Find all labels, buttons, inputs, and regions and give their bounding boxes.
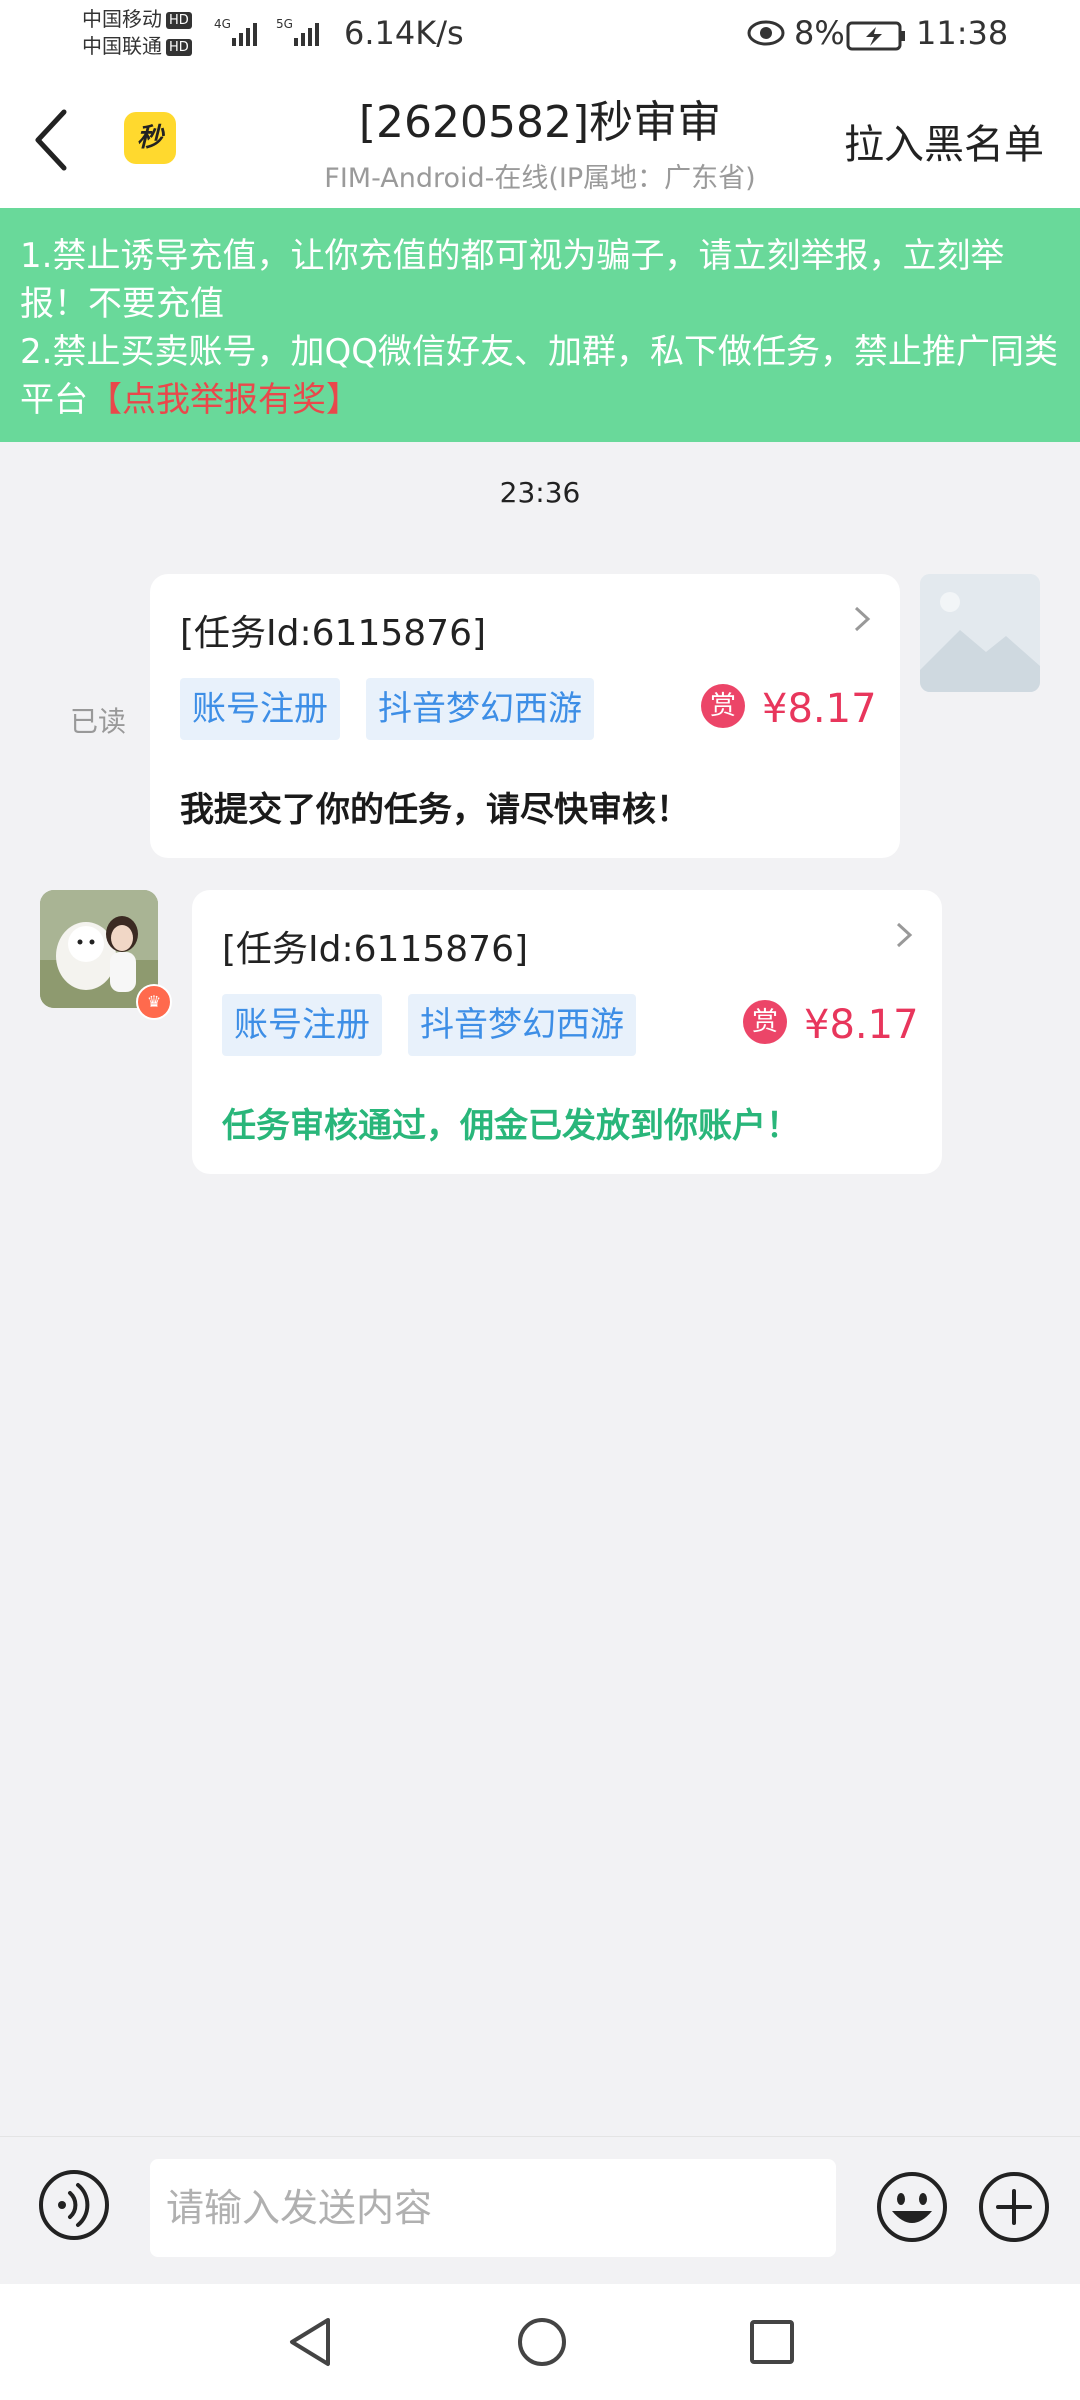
- signal-5g-icon: 5G: [276, 17, 319, 46]
- read-status: 已读: [70, 705, 127, 738]
- svg-text:5G: 5G: [276, 17, 293, 31]
- nav-home-icon[interactable]: [514, 2314, 570, 2370]
- task-tag: 抖音梦幻西游: [366, 678, 594, 740]
- message-input[interactable]: [150, 2159, 836, 2257]
- message-timestamp: 23:36: [499, 476, 581, 509]
- carrier-info: 中国移动 HD 中国联通 HD: [82, 6, 192, 60]
- reward-badge: 赏: [743, 1000, 787, 1044]
- plus-icon[interactable]: [976, 2169, 1052, 2245]
- nav-recents-icon[interactable]: [744, 2314, 800, 2370]
- hd-badge: HD: [166, 12, 192, 29]
- chevron-right-icon: [896, 922, 913, 948]
- task-tag: 账号注册: [222, 994, 382, 1056]
- my-avatar[interactable]: [920, 574, 1040, 692]
- signal-4g-icon: 4G: [214, 17, 257, 46]
- message-text: 任务审核通过，佣金已发放到你账户！: [222, 1106, 800, 1146]
- message-input-bar: [0, 2136, 1080, 2285]
- reward-badge: 赏: [701, 684, 745, 728]
- notice-line-1: 1.禁止诱导充值，让你充值的都可视为骗子，请立刻举报，立刻举报！不要充值: [20, 236, 1005, 324]
- eye-comfort-icon: [747, 20, 785, 46]
- task-message-card[interactable]: [任务Id:6115876] 账号注册 抖音梦幻西游 赏 ¥8.17 我提交了你…: [150, 574, 900, 858]
- notice-line-2: 2.禁止买卖账号，加QQ微信好友、加群，私下做任务，禁止推广同类平台【点我举报有…: [20, 328, 1060, 424]
- task-message-card[interactable]: [任务Id:6115876] 账号注册 抖音梦幻西游 赏 ¥8.17 任务审核通…: [192, 890, 942, 1174]
- battery-percent: 8%: [794, 14, 845, 52]
- carrier-2: 中国联通: [82, 34, 162, 58]
- chat-header: 秒 [2620582]秒审审 FIM-Android-在线(IP属地：广东省) …: [0, 72, 1080, 208]
- battery-charging-icon: [846, 21, 905, 51]
- hd-badge: HD: [166, 39, 192, 56]
- report-link[interactable]: 【点我举报有奖】: [88, 380, 360, 420]
- svg-text:4G: 4G: [214, 17, 231, 31]
- chevron-right-icon: [854, 606, 871, 632]
- emoji-icon[interactable]: [874, 2169, 950, 2245]
- task-id: [任务Id:6115876]: [222, 929, 529, 970]
- network-speed: 6.14K/s: [344, 14, 464, 52]
- warning-notice: 1.禁止诱导充值，让你充值的都可视为骗子，请立刻举报，立刻举报！不要充值 2.禁…: [0, 208, 1080, 442]
- message-text: 我提交了你的任务，请尽快审核！: [180, 790, 690, 830]
- system-nav-bar: [0, 2284, 1080, 2400]
- nav-back-icon[interactable]: [282, 2314, 338, 2370]
- status-bar: 中国移动 HD 中国联通 HD 4G 5G 6.14K/s 8% 11:38: [0, 0, 1080, 72]
- clock: 11:38: [916, 14, 1009, 52]
- carrier-1: 中国移动: [82, 7, 162, 31]
- reward-amount: ¥8.17: [804, 1002, 919, 1048]
- image-placeholder-icon: [920, 574, 1040, 692]
- voice-input-icon[interactable]: [36, 2167, 112, 2243]
- task-tag: 账号注册: [180, 678, 340, 740]
- vip-crown-icon: ♛: [136, 984, 172, 1020]
- reward-amount: ¥8.17: [762, 686, 877, 732]
- blacklist-button[interactable]: 拉入黑名单: [844, 112, 1044, 170]
- task-tag: 抖音梦幻西游: [408, 994, 636, 1056]
- task-id: [任务Id:6115876]: [180, 613, 487, 654]
